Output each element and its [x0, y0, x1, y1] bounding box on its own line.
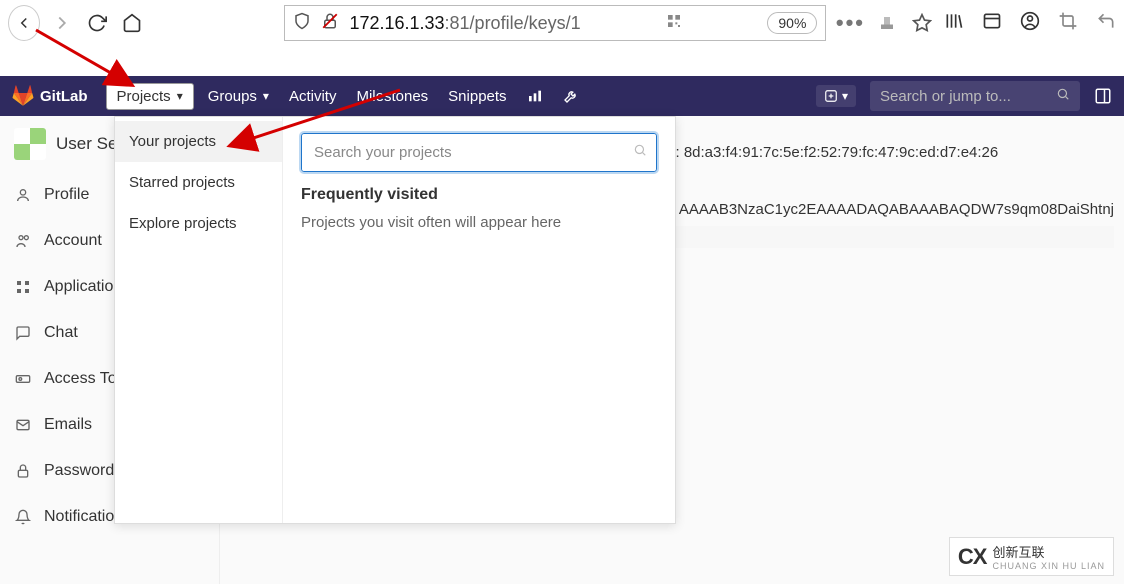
token-icon [14, 371, 32, 387]
groups-nav[interactable]: Groups ▾ [208, 88, 269, 105]
account-icon [14, 233, 32, 249]
zoom-badge[interactable]: 90% [767, 12, 817, 34]
sidebar-item-label: Account [44, 232, 102, 250]
more-icon[interactable]: ••• [836, 10, 864, 36]
explore-projects-item[interactable]: Explore projects [115, 203, 282, 244]
chevron-down-icon: ▾ [177, 89, 183, 103]
chart-icon[interactable] [527, 88, 543, 104]
gitlab-logo[interactable]: GitLab [12, 85, 88, 107]
gitlab-navbar: GitLab Projects ▾ Groups ▾ Activity Mile… [0, 76, 1124, 116]
home-button[interactable] [120, 13, 145, 33]
shield-icon [293, 12, 311, 35]
brand-text: GitLab [40, 88, 88, 105]
sidebar-item-label: Chat [44, 324, 78, 342]
email-icon [14, 417, 32, 433]
top-gap [0, 46, 1124, 76]
projects-label: Projects [117, 88, 171, 105]
watermark-sub: CHUANG XIN HU LIAN [992, 561, 1105, 571]
search-icon [1056, 87, 1070, 105]
search-icon [633, 143, 647, 162]
global-search[interactable] [870, 81, 1080, 111]
star-icon[interactable] [909, 13, 934, 33]
browser-right-icons [944, 11, 1116, 36]
library-icon[interactable] [944, 11, 964, 36]
crop-icon[interactable] [1058, 11, 1078, 36]
groups-label: Groups [208, 88, 257, 105]
milestones-nav[interactable]: Milestones [356, 88, 428, 105]
ssh-fingerprint-row: int: 8d:a3:f4:91:7c:5e:f2:52:79:fc:47:9c… [660, 136, 1114, 169]
project-search-wrap [301, 133, 657, 172]
sidebar-item-label: Profile [44, 186, 89, 204]
project-search-input[interactable] [301, 133, 657, 172]
new-button[interactable]: ▾ [816, 85, 856, 107]
watermark: CX 创新互联 CHUANG XIN HU LIAN [949, 537, 1114, 576]
global-search-input[interactable] [880, 88, 1070, 105]
reload-button[interactable] [85, 13, 110, 33]
apps-icon [14, 279, 32, 295]
account-icon[interactable] [1020, 11, 1040, 36]
your-projects-item[interactable]: Your projects [115, 121, 282, 162]
browser-toolbar: 172.16.1.33:81/profile/keys/1 90% ••• [0, 0, 1124, 46]
starred-projects-item[interactable]: Starred projects [115, 162, 282, 203]
ssh-key-row: sa AAAAB3NzaC1yc2EAAAADAQABAAABAQDW7s9qm… [660, 193, 1114, 226]
address-bar[interactable]: 172.16.1.33:81/profile/keys/1 90% [284, 5, 826, 41]
sidebar-item-label: Emails [44, 416, 92, 434]
projects-nav-button[interactable]: Projects ▾ [106, 83, 194, 110]
chevron-down-icon: ▾ [842, 89, 848, 103]
frequently-visited-sub: Projects you visit often will appear her… [301, 214, 657, 231]
snippets-nav[interactable]: Snippets [448, 88, 506, 105]
projects-dropdown: Your projects Starred projects Explore p… [114, 116, 676, 524]
panel-icon[interactable] [1094, 87, 1112, 105]
ssh-key-row-bg [660, 226, 1114, 248]
profile-icon [14, 187, 32, 203]
chevron-down-icon: ▾ [263, 89, 269, 103]
wrench-icon[interactable] [563, 88, 579, 104]
sidebar-item-label: Password [44, 462, 114, 480]
avatar [14, 128, 46, 160]
chat-icon [14, 325, 32, 341]
forward-button[interactable] [50, 12, 75, 34]
sidebar-icon[interactable] [982, 11, 1002, 36]
watermark-cn: 创新互联 [992, 542, 1105, 561]
page-body: User Setti Profile Account Applications … [0, 116, 1124, 584]
activity-nav[interactable]: Activity [289, 88, 337, 105]
save-icon[interactable] [874, 14, 899, 32]
undo-icon[interactable] [1096, 11, 1116, 36]
bell-icon [14, 509, 32, 525]
insecure-icon [321, 12, 339, 35]
frequently-visited-heading: Frequently visited [301, 186, 657, 204]
dropdown-left-list: Your projects Starred projects Explore p… [115, 117, 283, 523]
qr-icon[interactable] [666, 13, 682, 34]
watermark-logo: CX [958, 544, 987, 570]
url-text: 172.16.1.33:81/profile/keys/1 [349, 13, 580, 34]
lock-icon [14, 463, 32, 479]
dropdown-right-panel: Frequently visited Projects you visit of… [283, 117, 675, 523]
back-button[interactable] [8, 5, 40, 41]
